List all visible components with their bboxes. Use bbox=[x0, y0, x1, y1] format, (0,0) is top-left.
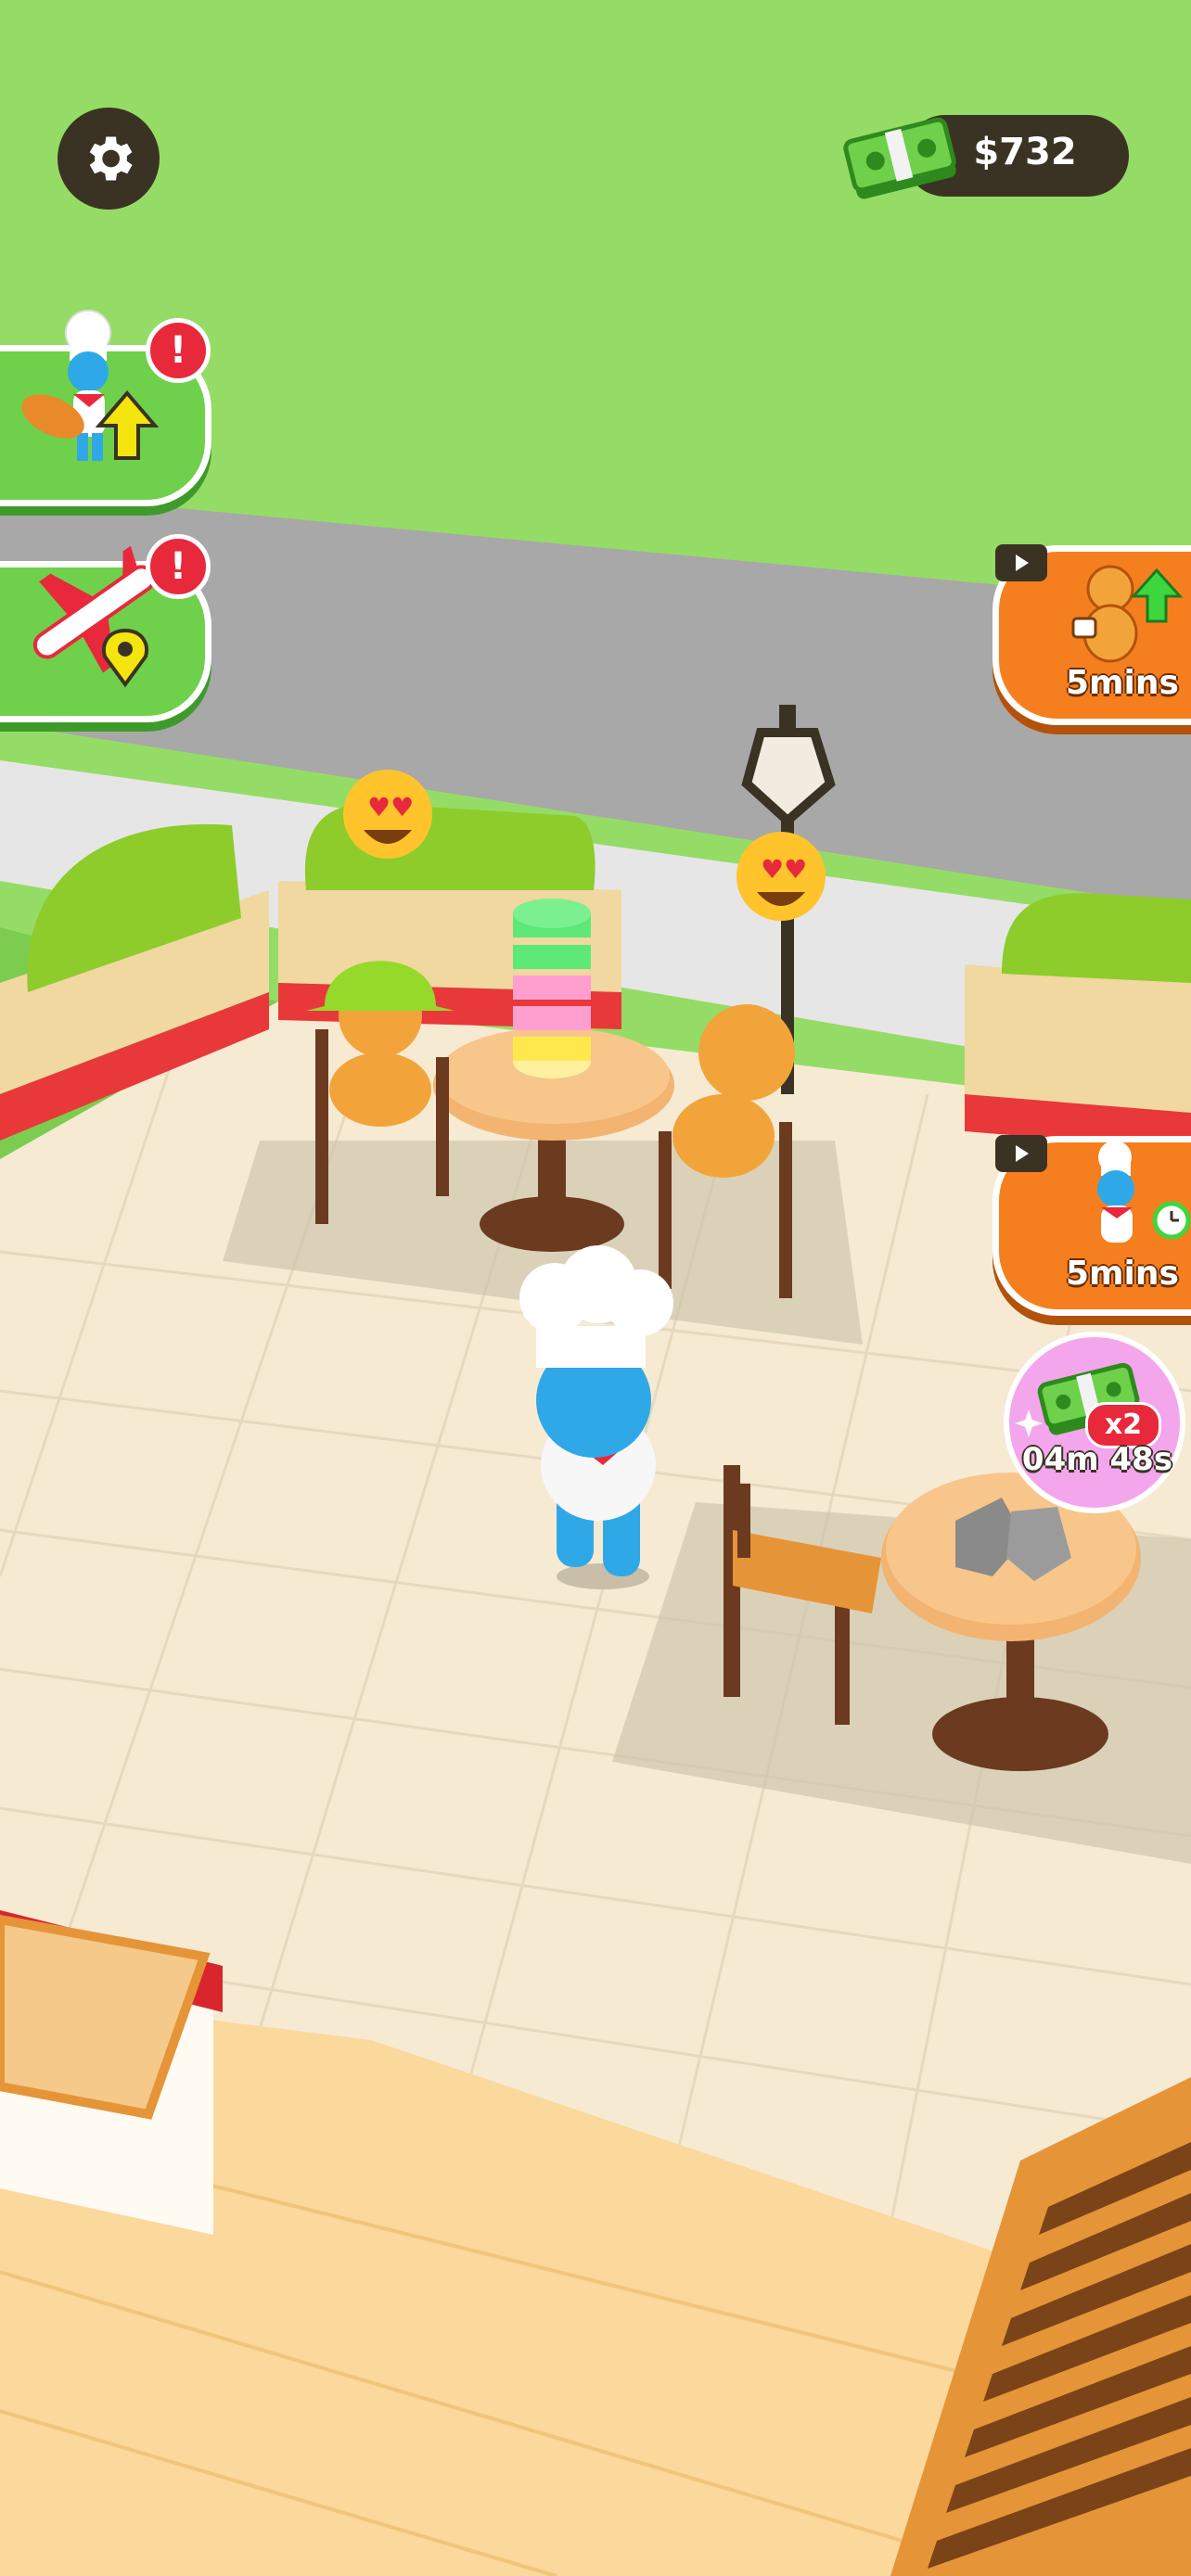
svg-text:♥♥: ♥♥ bbox=[761, 854, 807, 885]
hire-chef-upgrade-button[interactable]: ! bbox=[0, 310, 211, 506]
video-ad-tag bbox=[995, 544, 1047, 581]
income-boost-button[interactable]: x2 04m 48s bbox=[1004, 1332, 1185, 1513]
boost-duration: 5mins bbox=[1066, 1255, 1179, 1293]
counter-box bbox=[0, 1910, 223, 2235]
alert-badge: ! bbox=[146, 318, 211, 383]
play-icon bbox=[1016, 1145, 1029, 1162]
settings-button[interactable] bbox=[58, 108, 160, 210]
customer-speed-icon bbox=[1071, 565, 1184, 663]
boost-duration: 5mins bbox=[1066, 664, 1179, 702]
macaron-stack bbox=[513, 899, 591, 1078]
money-counter: $732 bbox=[839, 111, 1129, 199]
gear-icon bbox=[89, 136, 133, 181]
money-amount: $732 bbox=[973, 131, 1077, 173]
happy-emoji-right: ♥♥ bbox=[736, 832, 826, 921]
happy-emoji-left: ♥♥ bbox=[343, 770, 432, 859]
cash-stack-icon bbox=[843, 117, 956, 199]
alert-badge: ! bbox=[146, 534, 211, 599]
sparkle-icon bbox=[1015, 1409, 1043, 1437]
customer-boost-button[interactable]: 5mins bbox=[992, 544, 1191, 725]
chef-upgrade-icon bbox=[21, 310, 160, 461]
svg-text:♥♥: ♥♥ bbox=[367, 792, 414, 823]
boost-timer: 04m 48s bbox=[1021, 1441, 1173, 1478]
video-ad-tag bbox=[995, 1135, 1047, 1172]
travel-location-button[interactable]: ! bbox=[0, 534, 211, 722]
play-icon bbox=[1016, 555, 1029, 571]
chef-timer-icon bbox=[1097, 1141, 1191, 1243]
chef-speed-boost-button[interactable]: 5mins bbox=[992, 1135, 1191, 1316]
